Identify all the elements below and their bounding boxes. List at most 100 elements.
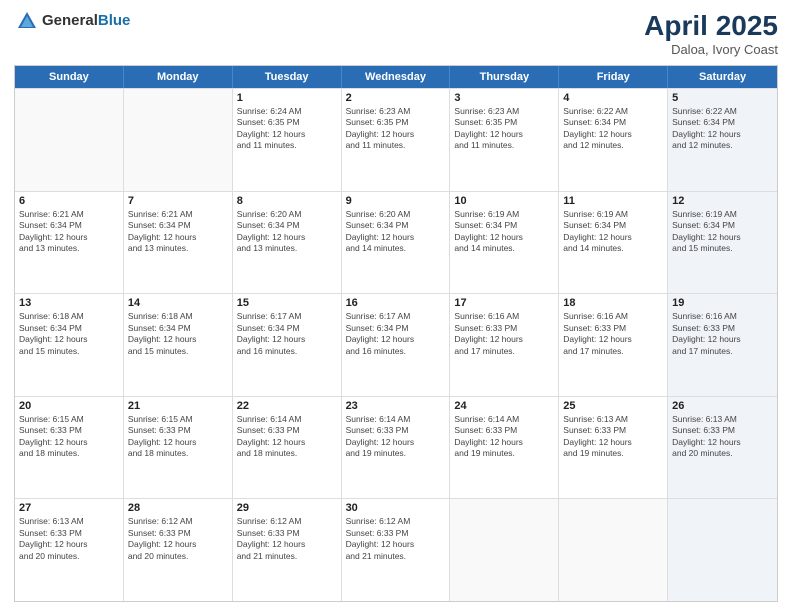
day-number: 22 [237,400,337,412]
cell-info-line: Sunset: 6:33 PM [454,323,554,334]
cell-info-line: Sunrise: 6:13 AM [672,414,773,425]
cell-info-line: Sunset: 6:35 PM [237,117,337,128]
calendar-cell [668,499,777,601]
cell-info-line: and 15 minutes. [672,243,773,254]
cell-info-line: and 11 minutes. [346,140,446,151]
cell-info-line: Daylight: 12 hours [346,129,446,140]
calendar-cell: 1Sunrise: 6:24 AMSunset: 6:35 PMDaylight… [233,89,342,191]
cell-info-line: Daylight: 12 hours [128,437,228,448]
cell-info-line: and 13 minutes. [128,243,228,254]
calendar: SundayMondayTuesdayWednesdayThursdayFrid… [14,65,778,602]
cell-info-line: and 19 minutes. [563,448,663,459]
calendar-cell: 22Sunrise: 6:14 AMSunset: 6:33 PMDayligh… [233,397,342,499]
cell-info-line: Sunrise: 6:12 AM [237,516,337,527]
logo-general-text: General [42,12,98,29]
cell-info-line: Sunrise: 6:23 AM [454,106,554,117]
cell-info-line: and 17 minutes. [563,346,663,357]
calendar-cell: 30Sunrise: 6:12 AMSunset: 6:33 PMDayligh… [342,499,451,601]
calendar-cell: 23Sunrise: 6:14 AMSunset: 6:33 PMDayligh… [342,397,451,499]
cell-info-line: Daylight: 12 hours [346,232,446,243]
day-number: 19 [672,297,773,309]
cell-info-line: and 18 minutes. [19,448,119,459]
cell-info-line: Daylight: 12 hours [346,539,446,550]
cell-info-line: Sunset: 6:33 PM [672,425,773,436]
calendar-cell: 20Sunrise: 6:15 AMSunset: 6:33 PMDayligh… [15,397,124,499]
day-number: 30 [346,502,446,514]
cell-info-line: Daylight: 12 hours [237,129,337,140]
logo-blue-text: Blue [98,12,131,29]
day-number: 25 [563,400,663,412]
cell-info-line: Daylight: 12 hours [346,334,446,345]
calendar-cell: 11Sunrise: 6:19 AMSunset: 6:34 PMDayligh… [559,192,668,294]
logo-icon [16,10,38,32]
calendar-cell: 26Sunrise: 6:13 AMSunset: 6:33 PMDayligh… [668,397,777,499]
cell-info-line: and 14 minutes. [454,243,554,254]
week-row-2: 6Sunrise: 6:21 AMSunset: 6:34 PMDaylight… [15,191,777,294]
cell-info-line: Daylight: 12 hours [346,437,446,448]
cell-info-line: Sunrise: 6:20 AM [346,209,446,220]
cell-info-line: Daylight: 12 hours [454,437,554,448]
cell-info-line: and 11 minutes. [454,140,554,151]
cell-info-line: and 20 minutes. [128,551,228,562]
cell-info-line: Sunrise: 6:14 AM [454,414,554,425]
day-number: 12 [672,195,773,207]
header-day-tuesday: Tuesday [233,66,342,88]
calendar-cell: 13Sunrise: 6:18 AMSunset: 6:34 PMDayligh… [15,294,124,396]
calendar-body: 1Sunrise: 6:24 AMSunset: 6:35 PMDaylight… [15,88,777,601]
cell-info-line: Daylight: 12 hours [237,539,337,550]
day-number: 13 [19,297,119,309]
cell-info-line: Sunrise: 6:14 AM [346,414,446,425]
cell-info-line: Sunset: 6:34 PM [672,117,773,128]
calendar-cell: 18Sunrise: 6:16 AMSunset: 6:33 PMDayligh… [559,294,668,396]
page: GeneralBlue April 2025 Daloa, Ivory Coas… [0,0,792,612]
cell-info-line: Sunset: 6:33 PM [454,425,554,436]
cell-info-line: Daylight: 12 hours [672,129,773,140]
cell-info-line: Daylight: 12 hours [672,334,773,345]
cell-info-line: Sunrise: 6:20 AM [237,209,337,220]
cell-info-line: and 13 minutes. [237,243,337,254]
cell-info-line: Sunset: 6:33 PM [237,425,337,436]
day-number: 11 [563,195,663,207]
cell-info-line: Sunset: 6:34 PM [672,220,773,231]
day-number: 6 [19,195,119,207]
header-day-saturday: Saturday [668,66,777,88]
calendar-cell: 8Sunrise: 6:20 AMSunset: 6:34 PMDaylight… [233,192,342,294]
cell-info-line: Sunset: 6:34 PM [128,220,228,231]
calendar-cell: 24Sunrise: 6:14 AMSunset: 6:33 PMDayligh… [450,397,559,499]
day-number: 29 [237,502,337,514]
cell-info-line: Sunrise: 6:16 AM [563,311,663,322]
cell-info-line: and 19 minutes. [454,448,554,459]
cell-info-line: Sunrise: 6:18 AM [128,311,228,322]
cell-info-line: Sunrise: 6:17 AM [237,311,337,322]
cell-info-line: and 16 minutes. [346,346,446,357]
cell-info-line: and 12 minutes. [563,140,663,151]
cell-info-line: and 11 minutes. [237,140,337,151]
day-number: 23 [346,400,446,412]
day-number: 18 [563,297,663,309]
cell-info-line: Daylight: 12 hours [128,334,228,345]
cell-info-line: and 17 minutes. [672,346,773,357]
week-row-3: 13Sunrise: 6:18 AMSunset: 6:34 PMDayligh… [15,293,777,396]
cell-info-line: Sunset: 6:33 PM [128,425,228,436]
cell-info-line: Sunrise: 6:24 AM [237,106,337,117]
cell-info-line: Sunset: 6:34 PM [563,220,663,231]
day-number: 16 [346,297,446,309]
cell-info-line: and 14 minutes. [563,243,663,254]
calendar-cell: 28Sunrise: 6:12 AMSunset: 6:33 PMDayligh… [124,499,233,601]
cell-info-line: Sunrise: 6:19 AM [672,209,773,220]
cell-info-line: and 18 minutes. [128,448,228,459]
day-number: 4 [563,92,663,104]
cell-info-line: Sunrise: 6:13 AM [19,516,119,527]
cell-info-line: Sunset: 6:34 PM [19,220,119,231]
calendar-location: Daloa, Ivory Coast [644,42,778,57]
cell-info-line: Sunrise: 6:14 AM [237,414,337,425]
day-number: 17 [454,297,554,309]
calendar-cell: 4Sunrise: 6:22 AMSunset: 6:34 PMDaylight… [559,89,668,191]
cell-info-line: Sunset: 6:34 PM [19,323,119,334]
cell-info-line: Sunset: 6:33 PM [672,323,773,334]
cell-info-line: Daylight: 12 hours [19,334,119,345]
cell-info-line: Sunset: 6:33 PM [19,528,119,539]
cell-info-line: and 19 minutes. [346,448,446,459]
calendar-cell [559,499,668,601]
day-number: 8 [237,195,337,207]
